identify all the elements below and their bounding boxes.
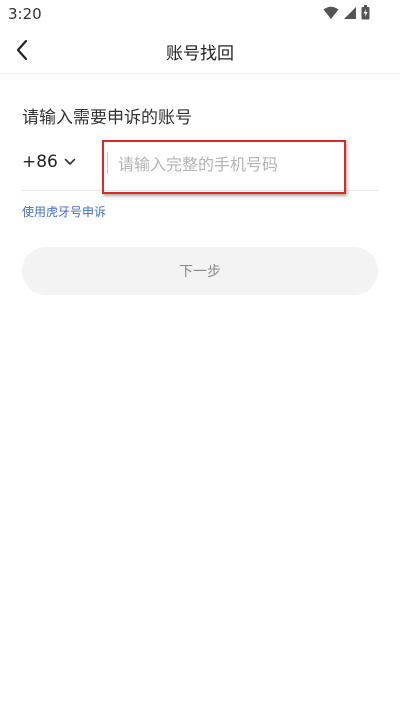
next-button[interactable]: 下一步 bbox=[22, 247, 378, 295]
nav-bar: 账号找回 bbox=[0, 28, 400, 74]
country-code-label: +86 bbox=[22, 152, 58, 172]
country-code-selector[interactable]: +86 bbox=[22, 152, 76, 172]
page-title: 账号找回 bbox=[166, 44, 234, 64]
form-heading: 请输入需要申诉的账号 bbox=[22, 108, 192, 128]
status-time: 3:20 bbox=[8, 5, 42, 23]
wifi-icon bbox=[323, 6, 339, 19]
phone-row: +86 bbox=[22, 140, 378, 194]
phone-input-highlight bbox=[102, 140, 346, 194]
input-divider bbox=[107, 152, 108, 174]
battery-icon bbox=[361, 5, 370, 20]
status-bar: 3:20 bbox=[0, 0, 400, 28]
signal-icon bbox=[344, 6, 356, 19]
phone-number-input[interactable] bbox=[118, 150, 338, 178]
huya-id-appeal-link[interactable]: 使用虎牙号申诉 bbox=[22, 203, 106, 220]
status-icons bbox=[323, 5, 370, 20]
chevron-down-icon bbox=[64, 158, 76, 165]
